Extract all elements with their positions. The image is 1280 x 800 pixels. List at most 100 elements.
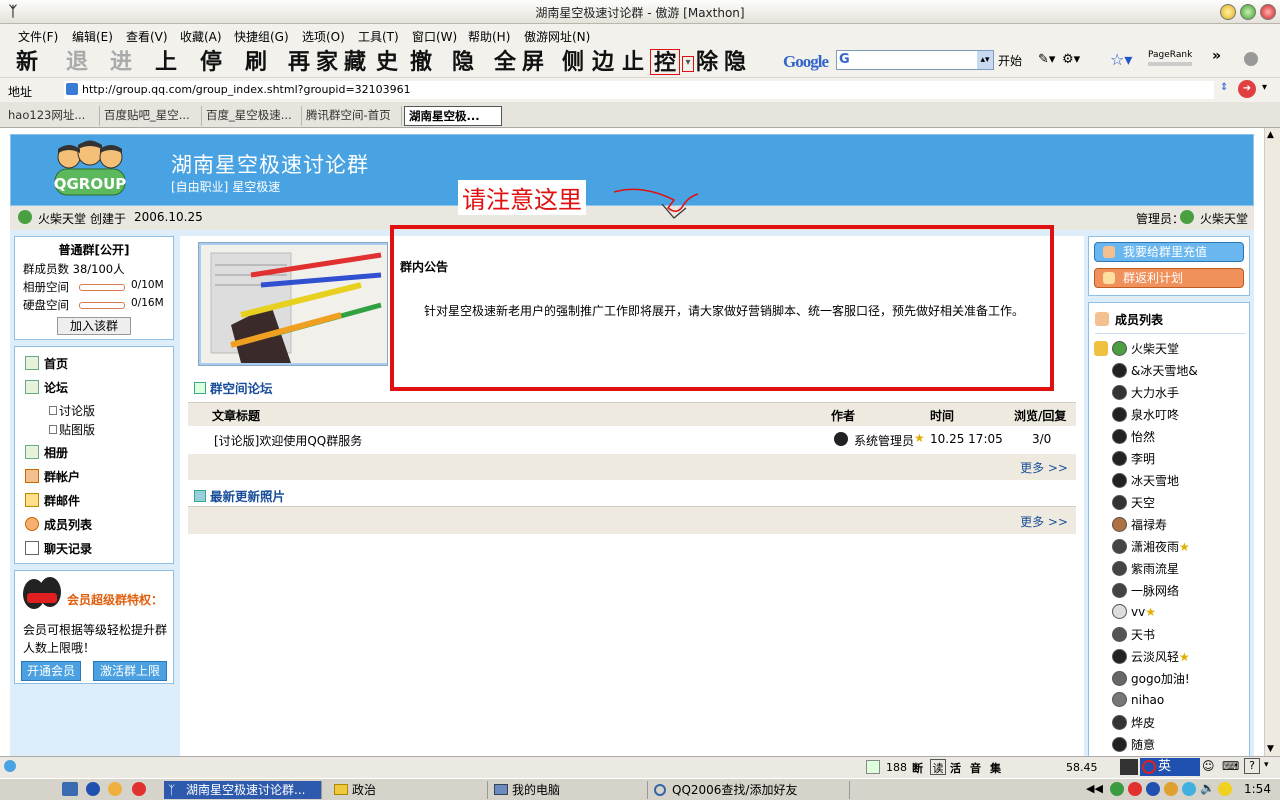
new-button[interactable]: 新: [16, 49, 38, 75]
tab-baidu[interactable]: 百度_星空极速...: [202, 106, 302, 126]
photos-section-title[interactable]: 最新更新照片: [194, 486, 285, 505]
forum-section-title[interactable]: 群空间论坛: [194, 378, 273, 397]
weibo-icon[interactable]: [132, 782, 146, 796]
control-button[interactable]: 控: [650, 49, 680, 76]
nav-forum-discussion[interactable]: 讨论版: [49, 402, 95, 419]
list-item[interactable]: &冰天雪地&: [1112, 362, 1198, 379]
post-title-link[interactable]: [讨论版]欢迎使用QQ群服务: [214, 432, 362, 449]
list-item[interactable]: 怡然: [1112, 428, 1155, 445]
tray-status-icon[interactable]: [1218, 782, 1232, 796]
list-item[interactable]: 李明: [1112, 450, 1155, 467]
menu-help[interactable]: 帮助(H): [468, 28, 510, 45]
activate-limit-button[interactable]: 激活群上限: [93, 661, 167, 681]
menu-view[interactable]: 查看(V): [126, 28, 168, 45]
nav-forum-pictures[interactable]: 贴图版: [49, 421, 95, 438]
hide-button[interactable]: 隐: [452, 49, 474, 75]
nav-forum[interactable]: 论坛: [25, 379, 68, 396]
ime-grid-icon[interactable]: [1120, 759, 1138, 775]
go-icon[interactable]: ➜: [1238, 80, 1256, 98]
scroll-down-icon[interactable]: ▼: [1267, 744, 1274, 754]
menu-groups[interactable]: 快捷组(G): [234, 28, 289, 45]
menu-favorites[interactable]: 收藏(A): [180, 28, 222, 45]
tab-qq-space[interactable]: 腾讯群空间-首页: [302, 106, 402, 126]
list-item[interactable]: 福禄寿: [1112, 516, 1167, 533]
minimize-button[interactable]: [1220, 4, 1236, 20]
quicklaunch-m-icon[interactable]: [86, 782, 100, 796]
overflow-chevron-icon[interactable]: »: [1212, 48, 1221, 64]
rebate-button[interactable]: 群返利计划: [1094, 268, 1244, 288]
undo-close-button[interactable]: 撤: [410, 49, 432, 75]
tray-weibo-icon[interactable]: [1128, 782, 1142, 796]
menu-edit[interactable]: 编辑(E): [72, 28, 113, 45]
help-icon[interactable]: ?: [1244, 758, 1260, 774]
creator-name[interactable]: 火柴天堂: [38, 210, 86, 227]
maximize-button[interactable]: [1240, 4, 1256, 20]
list-item[interactable]: nihao: [1112, 692, 1164, 707]
home-button[interactable]: 家: [316, 49, 338, 75]
photos-more-link[interactable]: 更多 >>: [1020, 513, 1068, 530]
menu-options[interactable]: 选项(O): [302, 28, 345, 45]
sidebar-edge-button[interactable]: 边: [592, 49, 614, 75]
nav-account[interactable]: 群帐户: [25, 468, 80, 485]
forum-more-link[interactable]: 更多 >>: [1020, 459, 1068, 476]
ime-tool-icon[interactable]: ☺: [1202, 759, 1215, 773]
activity-button[interactable]: 活: [950, 760, 961, 776]
list-item[interactable]: 火柴天堂: [1094, 340, 1179, 357]
recycle-icon[interactable]: [866, 760, 880, 774]
group-tag[interactable]: 星空极速: [232, 180, 280, 194]
list-item[interactable]: 大力水手: [1112, 384, 1179, 401]
list-item[interactable]: 随意: [1112, 736, 1155, 753]
go-dropdown-icon[interactable]: ▾: [1262, 82, 1267, 93]
nav-home[interactable]: 首页: [25, 355, 68, 372]
sidebar-button[interactable]: 侧: [562, 49, 584, 75]
list-item[interactable]: gogo加油!: [1112, 670, 1190, 687]
group-category[interactable]: [自由职业]: [171, 180, 228, 194]
tray-penguin-icon[interactable]: [1164, 782, 1178, 796]
list-item[interactable]: 天书: [1112, 626, 1155, 643]
task-qq-find-friends[interactable]: QQ2006查找/添加好友: [650, 781, 850, 799]
back-button[interactable]: 退: [66, 49, 88, 75]
list-item[interactable]: vv★: [1112, 604, 1156, 619]
list-item[interactable]: 紫雨流星: [1112, 560, 1179, 577]
vertical-scrollbar[interactable]: ▲ ▼: [1264, 128, 1280, 756]
block-button[interactable]: 止: [622, 49, 644, 75]
post-author[interactable]: 系统管理员: [854, 432, 914, 449]
tab-group-page[interactable]: 湖南星空极...: [404, 106, 502, 126]
remove-button[interactable]: 除: [696, 49, 718, 75]
up-button[interactable]: 上: [155, 49, 177, 75]
ime-indicator[interactable]: 英: [1140, 758, 1200, 776]
menu-window[interactable]: 窗口(W): [412, 28, 457, 45]
forward-button[interactable]: 进: [110, 49, 132, 75]
join-group-button[interactable]: 加入该群: [57, 317, 131, 335]
menu-file[interactable]: 文件(F): [18, 28, 58, 45]
bookmark-star-icon[interactable]: ☆▾: [1110, 50, 1132, 69]
hide2-button[interactable]: 隐: [724, 49, 746, 75]
nav-chat-log[interactable]: 聊天记录: [25, 540, 92, 557]
status-action-icon[interactable]: 断: [912, 760, 923, 776]
tray-network-icon[interactable]: [1110, 782, 1124, 796]
tab-hao123[interactable]: hao123网址...: [4, 106, 100, 126]
tray-chevron-icon[interactable]: ◀◀: [1086, 782, 1103, 795]
note-icon[interactable]: 音: [970, 760, 981, 776]
task-my-computer[interactable]: 我的电脑: [490, 781, 648, 799]
google-search-input[interactable]: G ▴▾: [836, 50, 994, 70]
list-item[interactable]: 潇湘夜雨★: [1112, 538, 1190, 555]
list-item[interactable]: 云淡风轻★: [1112, 648, 1190, 665]
tab-baidu-tieba[interactable]: 百度贴吧_星空...: [100, 106, 202, 126]
status-dropdown-icon[interactable]: ▾: [1264, 760, 1269, 770]
read-mode-button[interactable]: 读: [930, 759, 946, 775]
history-button[interactable]: 史: [376, 49, 398, 75]
task-maxthon[interactable]: ᛉ 湖南星空极速讨论群...: [164, 781, 322, 799]
search-dropdown-icon[interactable]: ▴▾: [977, 51, 993, 69]
fullscreen-button[interactable]: 全: [494, 49, 516, 75]
recharge-button[interactable]: 我要给群里充值: [1094, 242, 1244, 262]
menu-tools[interactable]: 工具(T): [358, 28, 399, 45]
url-dropdown-icon[interactable]: ⇕: [1220, 82, 1228, 93]
tray-globe-icon[interactable]: [1182, 782, 1196, 796]
volume-icon[interactable]: 🔉: [1200, 781, 1215, 795]
url-input[interactable]: http://group.qq.com/group_index.shtml?gr…: [64, 81, 1214, 99]
search-start-button[interactable]: 开始: [998, 52, 1022, 69]
list-item[interactable]: 冰天雪地: [1112, 472, 1179, 489]
list-item[interactable]: 天空: [1112, 494, 1155, 511]
screen-button[interactable]: 屏: [522, 49, 544, 75]
